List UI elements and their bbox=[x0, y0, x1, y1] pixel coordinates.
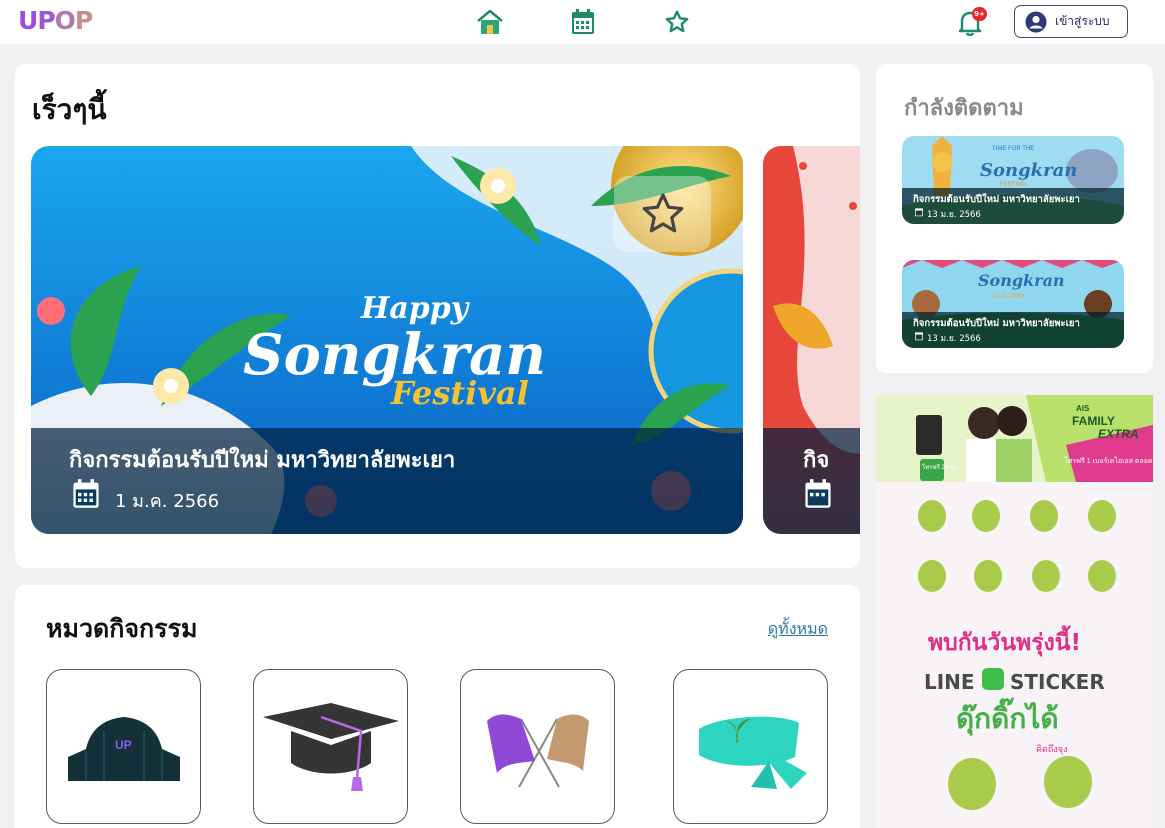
graduation-cap-icon bbox=[262, 702, 399, 791]
svg-text:FAMILY: FAMILY bbox=[1072, 414, 1115, 428]
university-icon-text: UP bbox=[115, 738, 132, 752]
nav-home[interactable] bbox=[474, 6, 506, 38]
following-event-date: 13 ม.ย. 2566 bbox=[927, 210, 981, 220]
calendar-icon bbox=[73, 479, 99, 508]
nav-calendar[interactable] bbox=[567, 6, 599, 38]
upop-logo[interactable]: UPOP bbox=[18, 6, 93, 36]
next-event-caption: กิจ bbox=[763, 428, 860, 534]
see-all-link[interactable]: ดูทั้งหมด bbox=[768, 617, 828, 642]
svg-text:คิดถึงจุง: คิดถึงจุง bbox=[1036, 744, 1067, 755]
svg-text:13-15 APRIL: 13-15 APRIL bbox=[992, 294, 1027, 300]
home-icon bbox=[477, 9, 503, 34]
ais-family-ad[interactable]: โทรฟรี 24 ชม. AIS FAMILY EXTRA โทรฟรี 1 … bbox=[876, 395, 1153, 482]
following-event-card[interactable]: TIME FOR THE Songkran FESTIVAL กิจกรรมต้… bbox=[902, 136, 1124, 224]
svg-text:STICKER: STICKER bbox=[1010, 670, 1105, 694]
following-event-card[interactable]: Songkran 13-15 APRIL กิจกรรมต้อนรับปีใหม… bbox=[902, 260, 1124, 348]
event-date: 1 ม.ค. 2566 bbox=[115, 491, 220, 512]
category-university[interactable]: UP bbox=[46, 669, 201, 824]
university-building-icon: UP bbox=[67, 716, 180, 781]
upcoming-title: เร็วๆนี้ bbox=[32, 93, 107, 126]
line-sticker-ad-image: พบกันวันพรุ่งนี้! LINE STICKER ดุ๊กดิ๊กไ… bbox=[876, 482, 1153, 828]
banner-festival-text: Festival bbox=[390, 374, 529, 412]
calendar-icon bbox=[915, 208, 923, 217]
featured-event-card[interactable]: Happy Songkran Festival กิจกรรมต้อนรับปี… bbox=[31, 146, 743, 534]
ais-ad-image: โทรฟรี 24 ชม. AIS FAMILY EXTRA โทรฟรี 1 … bbox=[876, 395, 1153, 482]
notification-badge: 9+ bbox=[972, 7, 987, 21]
next-event-card[interactable]: กิจ bbox=[763, 146, 860, 534]
crossed-flags-icon bbox=[486, 714, 589, 787]
category-volunteer[interactable] bbox=[673, 669, 828, 824]
svg-text:Songkran: Songkran bbox=[980, 160, 1077, 181]
headband-icon bbox=[698, 716, 807, 789]
upcoming-panel: เร็วๆนี้ Happy Songkran Festival กิจกรรม… bbox=[15, 64, 860, 568]
favorite-toggle-button[interactable] bbox=[614, 176, 711, 252]
category-sports[interactable] bbox=[460, 669, 615, 824]
following-caption: กิจกรรมต้อนรับปีใหม่ มหาวิทยาลัยพะเยา 13… bbox=[902, 188, 1124, 224]
following-panel: กำลังติดตาม TIME FOR THE Songkran FESTIV… bbox=[876, 64, 1153, 373]
user-avatar-icon bbox=[1025, 11, 1047, 32]
following-event-date: 13 ม.ย. 2566 bbox=[927, 334, 981, 344]
category-graduation[interactable] bbox=[253, 669, 408, 824]
following-title: กำลังติดตาม bbox=[904, 96, 1024, 121]
svg-text:ดุ๊กดิ๊กได้: ดุ๊กดิ๊กได้ bbox=[956, 698, 1059, 736]
nav-favorites[interactable] bbox=[661, 6, 693, 38]
event-title: กิจกรรมต้อนรับปีใหม่ มหาวิทยาลัยพะเยา bbox=[69, 448, 456, 473]
categories-title: หมวดกิจกรรม bbox=[46, 614, 198, 643]
following-event-title: กิจกรรมต้อนรับปีใหม่ มหาวิทยาลัยพะเยา bbox=[913, 194, 1080, 205]
svg-text:โทรฟรี 1 เบอร์เดไอเอส ตลอด 24: โทรฟรี 1 เบอร์เดไอเอส ตลอด 24 ชม. bbox=[1064, 456, 1153, 465]
top-bar: UPOP 9+ เข้าสู่ระบบ bbox=[0, 0, 1165, 44]
calendar-icon bbox=[572, 9, 594, 34]
svg-text:LINE: LINE bbox=[924, 670, 975, 694]
calendar-icon bbox=[915, 332, 923, 341]
svg-text:EXTRA: EXTRA bbox=[1098, 427, 1139, 441]
svg-text:Songkran: Songkran bbox=[978, 271, 1065, 290]
svg-text:โทรฟรี 24 ชม.: โทรฟรี 24 ชม. bbox=[922, 463, 960, 471]
line-sticker-ad[interactable]: พบกันวันพรุ่งนี้! LINE STICKER ดุ๊กดิ๊กไ… bbox=[876, 482, 1153, 828]
following-event-title: กิจกรรมต้อนรับปีใหม่ มหาวิทยาลัยพะเยา bbox=[913, 318, 1080, 329]
star-icon bbox=[665, 10, 689, 33]
star-outline-icon bbox=[642, 193, 683, 233]
login-button[interactable]: เข้าสู่ระบบ bbox=[1014, 5, 1128, 38]
banner-happy-text: Happy bbox=[360, 291, 471, 326]
svg-text:พบกันวันพรุ่งนี้!: พบกันวันพรุ่งนี้! bbox=[928, 625, 1081, 657]
svg-text:AIS: AIS bbox=[1076, 404, 1090, 413]
svg-text:TIME FOR THE: TIME FOR THE bbox=[992, 146, 1034, 152]
login-label: เข้าสู่ระบบ bbox=[1055, 14, 1110, 28]
event-caption: กิจกรรมต้อนรับปีใหม่ มหาวิทยาลัยพะเยา 1 … bbox=[31, 428, 743, 534]
next-event-title: กิจ bbox=[803, 448, 830, 473]
calendar-icon bbox=[805, 479, 831, 508]
following-caption: กิจกรรมต้อนรับปีใหม่ มหาวิทยาลัยพะเยา 13… bbox=[902, 312, 1124, 348]
categories-panel: หมวดกิจกรรม ดูทั้งหมด UP bbox=[15, 585, 860, 828]
